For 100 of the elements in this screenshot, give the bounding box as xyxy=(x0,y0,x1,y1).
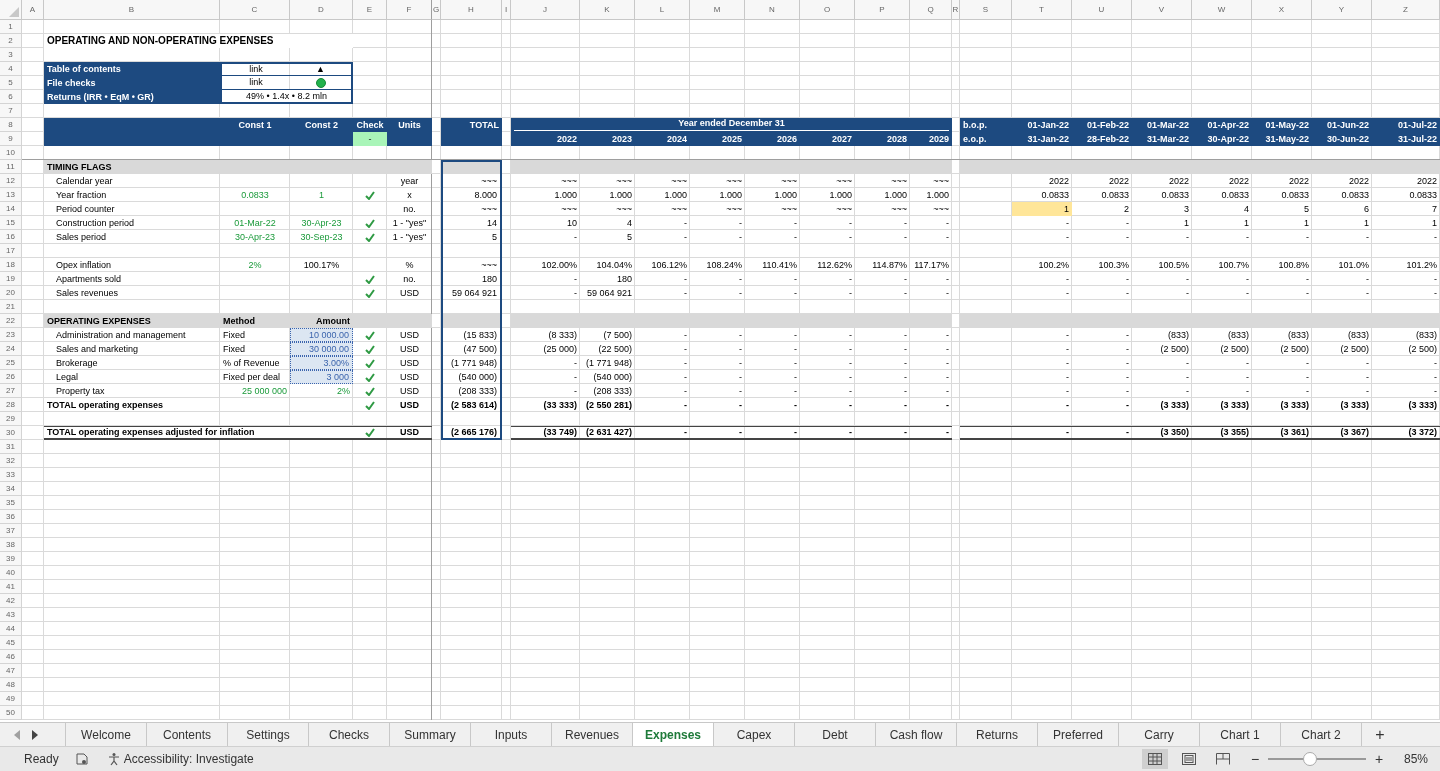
row-number[interactable]: 18 xyxy=(0,258,22,272)
table-cell-text: 2022 xyxy=(1047,174,1070,188)
link[interactable]: link xyxy=(220,62,290,76)
row-number[interactable]: 10 xyxy=(0,146,22,160)
row-number[interactable]: 46 xyxy=(0,650,22,664)
row-number[interactable]: 36 xyxy=(0,510,22,524)
row-number[interactable]: 42 xyxy=(0,594,22,608)
slider-thumb[interactable] xyxy=(1303,752,1318,766)
table-cell-text: 1.000 xyxy=(718,188,743,202)
table-cell[interactable] xyxy=(441,412,502,426)
row-number[interactable]: 43 xyxy=(0,608,22,622)
table-cell[interactable] xyxy=(353,426,387,440)
view-button[interactable] xyxy=(1141,749,1168,769)
table-cell-text: - xyxy=(793,356,798,370)
row-number[interactable]: 26 xyxy=(0,370,22,384)
table-cell-text: - xyxy=(945,286,950,300)
table-cell-text: - xyxy=(738,398,743,412)
table-cell-text: - xyxy=(1065,342,1070,356)
row-number[interactable]: 41 xyxy=(0,580,22,594)
column-header: Check xyxy=(353,118,387,132)
table-cell: - xyxy=(1012,426,1072,440)
row-number[interactable]: 34 xyxy=(0,482,22,496)
table-cell-text: 0.0833 xyxy=(1160,188,1190,202)
row-number[interactable]: 5 xyxy=(0,76,22,90)
row-number[interactable]: 4 xyxy=(0,62,22,76)
column-header: 01-Feb-22 xyxy=(1072,118,1132,132)
zoom-in-button[interactable]: + xyxy=(1371,748,1386,770)
table-cell[interactable] xyxy=(960,426,1012,440)
up-arrow-icon[interactable]: ▲ xyxy=(290,62,353,76)
input-field[interactable]: 30 000.00 xyxy=(290,342,353,356)
row-number[interactable]: 3 xyxy=(0,48,22,62)
row-number[interactable]: 8 xyxy=(0,118,22,132)
row-number[interactable]: 1 xyxy=(0,20,22,34)
table-cell-text: - xyxy=(1365,370,1370,384)
unit-label: USD xyxy=(399,342,420,356)
row-number[interactable]: 31 xyxy=(0,440,22,454)
table-cell-text: (833) xyxy=(1287,328,1310,342)
row-number[interactable]: 17 xyxy=(0,244,22,258)
row-number[interactable]: 37 xyxy=(0,524,22,538)
zoom-out-button[interactable]: − xyxy=(1247,748,1262,770)
row-number[interactable]: 22 xyxy=(0,314,22,328)
row-number[interactable]: 15 xyxy=(0,216,22,230)
row-number[interactable]: 23 xyxy=(0,328,22,342)
row-number[interactable]: 33 xyxy=(0,468,22,482)
input-field[interactable]: 10 000.00 xyxy=(290,328,353,342)
accessibility-icon[interactable] xyxy=(106,752,121,766)
row-number[interactable]: 20 xyxy=(0,286,22,300)
row-number[interactable]: 44 xyxy=(0,622,22,636)
input-field[interactable]: 3.00% xyxy=(290,356,353,370)
row-number[interactable]: 27 xyxy=(0,384,22,398)
table-cell[interactable] xyxy=(441,244,502,258)
input-field[interactable]: 3 000 xyxy=(290,370,353,384)
column-header: 31-Jan-22 xyxy=(1012,132,1072,146)
table-cell-text: - xyxy=(1433,286,1438,300)
row-number[interactable]: 6 xyxy=(0,90,22,104)
row-number[interactable]: 30 xyxy=(0,426,22,440)
sheet-tab[interactable]: Expenses xyxy=(633,723,714,746)
table-cell-text: 100.2% xyxy=(1037,258,1070,272)
row-number[interactable]: 12 xyxy=(0,174,22,188)
table-cell: (33 749) xyxy=(511,426,580,440)
zoom-slider[interactable] xyxy=(1267,752,1366,766)
table-cell-text: 7 xyxy=(1431,202,1438,216)
add-sheet-button[interactable]: + xyxy=(1362,723,1398,746)
row-number[interactable]: 48 xyxy=(0,678,22,692)
accessibility-status[interactable]: Accessibility: Investigate xyxy=(123,750,254,768)
row-number[interactable]: 9 xyxy=(0,132,22,146)
table-cell-text: - xyxy=(573,286,578,300)
row-label: Sales period xyxy=(55,230,108,244)
row-number[interactable]: 11 xyxy=(0,160,22,174)
table-cell-text: - xyxy=(1433,230,1438,244)
row-number[interactable]: 2 xyxy=(0,34,22,48)
row-label: Administration and management xyxy=(55,328,187,342)
row-number[interactable]: 21 xyxy=(0,300,22,314)
zoom-level[interactable]: 85% xyxy=(1403,750,1428,768)
input-cell-text: 25 000 000 xyxy=(240,384,288,398)
row-number[interactable]: 38 xyxy=(0,538,22,552)
table-cell-text: - xyxy=(738,328,743,342)
document-icon[interactable] xyxy=(74,752,89,766)
table-cell-text: ~~~ xyxy=(835,174,853,188)
table-cell: (2 583 614) xyxy=(441,398,502,412)
row-number[interactable]: 19 xyxy=(0,272,22,286)
row-number[interactable]: 47 xyxy=(0,664,22,678)
row-number[interactable]: 7 xyxy=(0,104,22,118)
row-number[interactable]: 40 xyxy=(0,566,22,580)
row-number[interactable]: 39 xyxy=(0,552,22,566)
row-number[interactable]: 28 xyxy=(0,398,22,412)
table-cell-text: 1 xyxy=(1183,216,1190,230)
row-number[interactable]: 32 xyxy=(0,454,22,468)
row-number[interactable]: 24 xyxy=(0,342,22,356)
row-number[interactable]: 35 xyxy=(0,496,22,510)
row-number[interactable]: 50 xyxy=(0,706,22,720)
row-number[interactable]: 13 xyxy=(0,188,22,202)
row-number[interactable]: 29 xyxy=(0,412,22,426)
row-number[interactable]: 49 xyxy=(0,692,22,706)
scroll-right-icon[interactable] xyxy=(32,729,38,740)
row-number[interactable]: 25 xyxy=(0,356,22,370)
row-number[interactable]: 14 xyxy=(0,202,22,216)
row-number[interactable]: 16 xyxy=(0,230,22,244)
table-cell-text: - xyxy=(903,328,908,342)
row-number[interactable]: 45 xyxy=(0,636,22,650)
